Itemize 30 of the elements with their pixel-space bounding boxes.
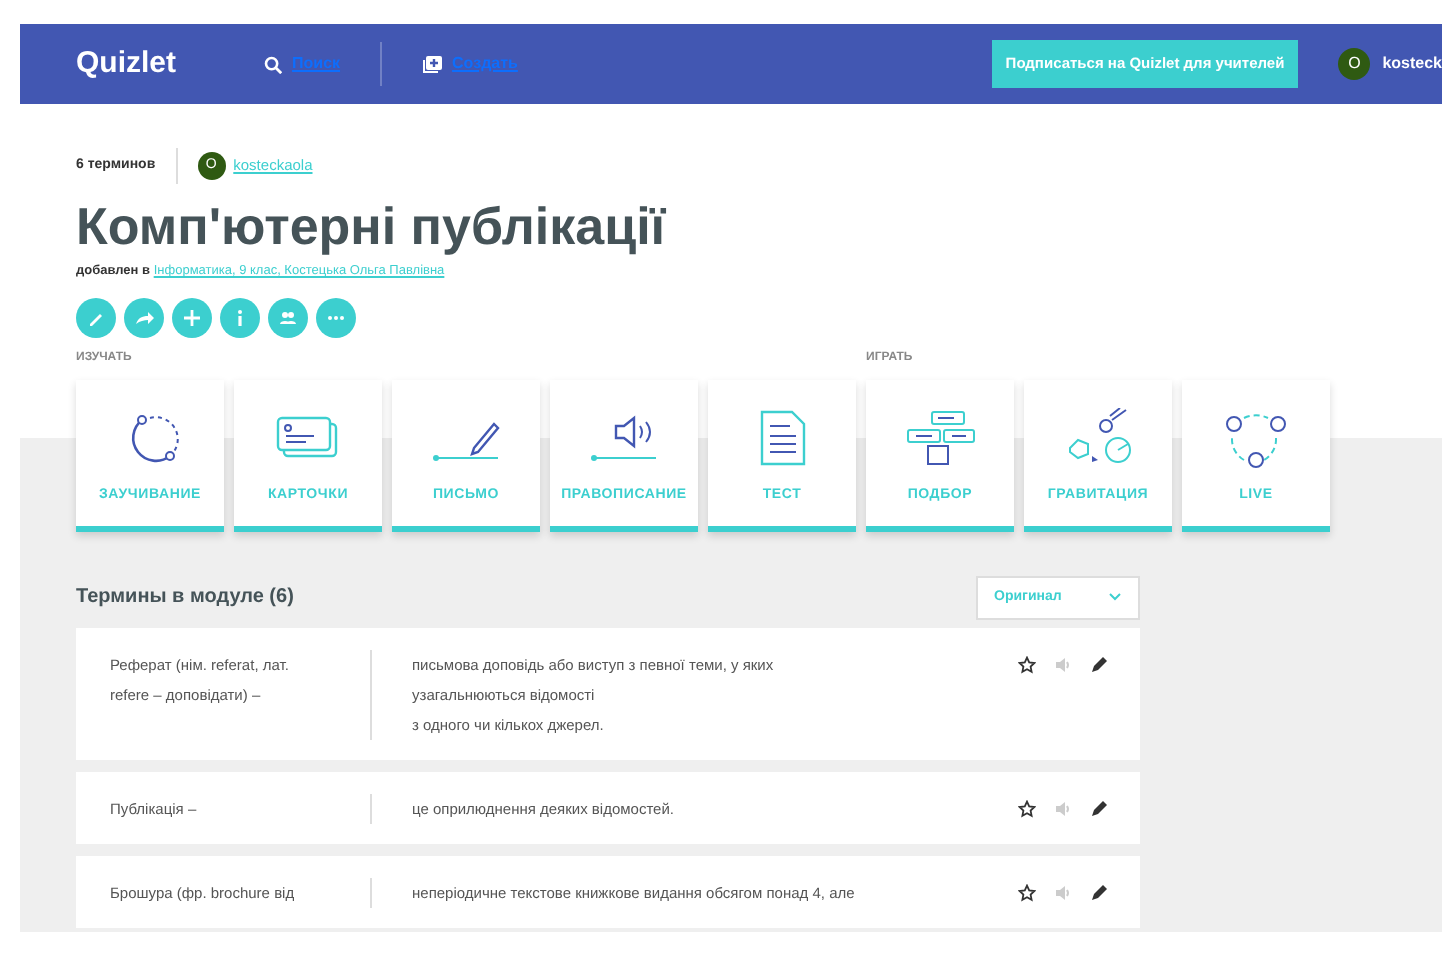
- pencil-icon[interactable]: [1090, 655, 1108, 674]
- section-heading: Термины в модуле (6): [76, 584, 294, 613]
- username[interactable]: kosteck: [1382, 52, 1442, 76]
- pencil-icon[interactable]: [1090, 799, 1108, 818]
- share-arrow-icon: [134, 307, 154, 328]
- search-link[interactable]: Поиск: [264, 52, 341, 76]
- set-title: Комп'ютерні публікації: [76, 196, 668, 259]
- speaker-icon[interactable]: [1054, 883, 1072, 902]
- plus-icon: [182, 307, 202, 328]
- speaker-icon[interactable]: [1054, 799, 1072, 818]
- avatar[interactable]: O: [1338, 48, 1371, 80]
- people-icon: [278, 307, 298, 328]
- people-circle-icon: [1220, 408, 1292, 469]
- pencil-icon[interactable]: [1090, 883, 1108, 902]
- chevron-down-icon: [1108, 592, 1122, 603]
- star-icon[interactable]: [1018, 883, 1036, 902]
- share-button[interactable]: [124, 297, 164, 338]
- search-icon: [264, 55, 283, 73]
- tiles-icon: [904, 408, 976, 469]
- star-icon[interactable]: [1018, 799, 1036, 818]
- speaker-icon[interactable]: [1054, 655, 1072, 674]
- logo[interactable]: Quizlet: [76, 41, 177, 87]
- edit-button[interactable]: [76, 297, 116, 338]
- info-button[interactable]: [220, 297, 260, 338]
- add-card-icon: [422, 55, 443, 73]
- add-button[interactable]: [172, 297, 212, 338]
- more-button[interactable]: [316, 297, 356, 338]
- star-icon[interactable]: [1018, 655, 1036, 674]
- create-link[interactable]: Создать: [422, 52, 518, 76]
- group-button[interactable]: [268, 297, 308, 338]
